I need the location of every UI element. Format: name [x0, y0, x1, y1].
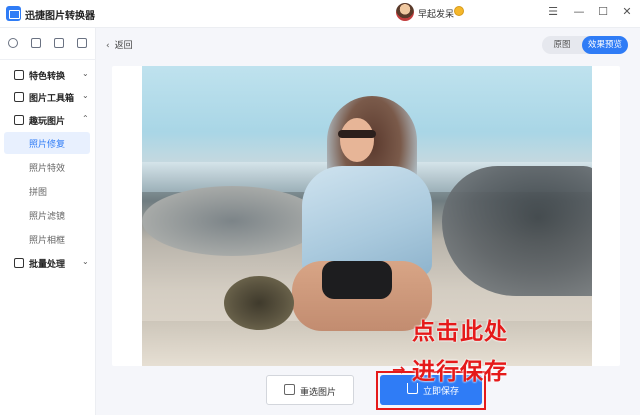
sidebar-subitem-photo-frame[interactable]: 照片相框 [4, 228, 90, 250]
convert-icon [14, 70, 24, 80]
sidebar-subitem-label: 照片滤镜 [29, 212, 66, 222]
sidebar-item-special-convert[interactable]: 特色转换 ⌄ [0, 64, 96, 86]
sidebar: 特色转换 ⌄ 图片工具箱 ⌄ 趣玩图片 ⌃ 照片修复 照片特效 拼图 照片滤镜 … [0, 28, 96, 415]
preview-photo [142, 66, 592, 366]
view-toggle: 原图 效果预览 [542, 36, 628, 54]
sidebar-item-fun-images[interactable]: 趣玩图片 ⌃ [0, 109, 96, 131]
maximize-button[interactable]: ☐ [594, 4, 612, 20]
app-logo-icon [6, 6, 21, 21]
sidebar-tool-icons [0, 28, 96, 60]
sidebar-subitem-label: 拼图 [29, 188, 48, 198]
sidebar-subitem-collage[interactable]: 拼图 [4, 180, 90, 202]
chevron-left-icon: ‹ [106, 41, 110, 51]
sidebar-item-label: 趣玩图片 [29, 117, 66, 127]
resize-icon[interactable] [31, 38, 41, 48]
annotation-line-1: 点击此处 [412, 319, 508, 345]
chevron-up-icon: ⌃ [82, 114, 89, 123]
title-bar: 迅捷图片转换器 早起发呆 ☰ — ☐ ✕ [0, 0, 640, 28]
annotation-arrow-icon: → [392, 360, 406, 379]
reselect-image-button[interactable]: 重选图片 [266, 375, 354, 405]
fun-image-icon [14, 115, 24, 125]
tab-effect-preview[interactable]: 效果预览 [582, 36, 628, 54]
image-icon[interactable] [54, 38, 64, 48]
close-button[interactable]: ✕ [618, 4, 636, 20]
copy-icon[interactable] [77, 38, 87, 48]
main-panel: ‹ 返回 原图 效果预览 重选图片 立即保存 [96, 28, 640, 415]
preview-card [112, 66, 620, 366]
sidebar-item-label: 图片工具箱 [29, 94, 75, 104]
emoji-smile-icon [454, 6, 464, 16]
user-avatar[interactable] [396, 3, 414, 21]
minimize-button[interactable]: — [570, 4, 588, 20]
toolbox-icon [14, 92, 24, 102]
user-name[interactable]: 早起发呆 [418, 7, 454, 20]
batch-icon [14, 258, 24, 268]
sidebar-subitem-label: 照片特效 [29, 164, 66, 174]
sidebar-subitem-label: 照片相框 [29, 236, 66, 246]
sidebar-item-image-toolbox[interactable]: 图片工具箱 ⌄ [0, 86, 96, 108]
tab-original[interactable]: 原图 [542, 36, 582, 54]
back-button[interactable]: ‹ 返回 [106, 38, 133, 51]
format-icon[interactable] [8, 38, 18, 48]
sidebar-item-batch-process[interactable]: 批量处理 ⌄ [0, 252, 96, 274]
sidebar-item-label: 批量处理 [29, 260, 66, 270]
sidebar-subitem-label: 照片修复 [29, 140, 66, 150]
chevron-down-icon: ⌄ [82, 69, 89, 78]
sidebar-item-label: 特色转换 [29, 72, 66, 82]
sidebar-subitem-photo-effects[interactable]: 照片特效 [4, 156, 90, 178]
chevron-down-icon: ⌄ [82, 91, 89, 100]
menu-icon[interactable]: ☰ [544, 4, 562, 20]
back-label: 返回 [114, 41, 133, 51]
sidebar-subitem-photo-repair[interactable]: 照片修复 [4, 132, 90, 154]
sidebar-subitem-photo-filter[interactable]: 照片滤镜 [4, 204, 90, 226]
image-icon [284, 384, 295, 395]
chevron-down-icon: ⌄ [82, 257, 89, 266]
annotation-line-2: 进行保存 [412, 359, 508, 385]
app-title: 迅捷图片转换器 [25, 11, 95, 22]
reselect-label: 重选图片 [300, 388, 337, 398]
